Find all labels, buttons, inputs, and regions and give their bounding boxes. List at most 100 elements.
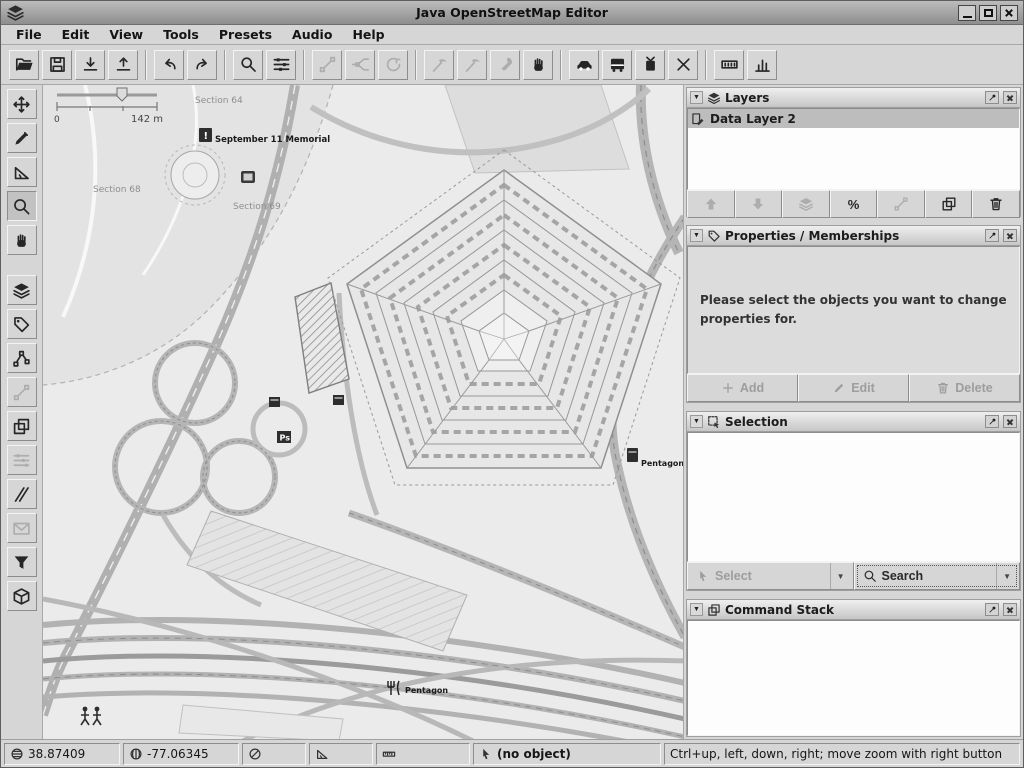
- properties-message: Please select the objects you want to ch…: [687, 246, 1020, 374]
- pin-icon: [988, 231, 997, 240]
- toggle-authors-button[interactable]: [7, 445, 37, 475]
- selection-sticky-button[interactable]: [985, 415, 999, 428]
- menu-help[interactable]: Help: [343, 26, 393, 43]
- search-button[interactable]: Search ▼: [854, 562, 1021, 590]
- delete-mode-button[interactable]: [7, 225, 37, 255]
- reverse-way-button[interactable]: [457, 50, 487, 80]
- preset-car-button[interactable]: [569, 50, 599, 80]
- toggle-conflicts-button[interactable]: [7, 479, 37, 509]
- add-button[interactable]: Add: [687, 374, 798, 402]
- measure-mode-button[interactable]: [7, 157, 37, 187]
- layer-name: Data Layer 2: [710, 112, 796, 126]
- toggle-properties-button[interactable]: [7, 309, 37, 339]
- app-icon: [6, 3, 25, 22]
- preset-industrial-button[interactable]: [747, 50, 777, 80]
- wrench-icon: [496, 55, 515, 74]
- orthogonalize-button[interactable]: [490, 50, 520, 80]
- selection-collapse-button[interactable]: ▼: [690, 415, 703, 428]
- preset-tram-button[interactable]: [635, 50, 665, 80]
- menu-audio[interactable]: Audio: [283, 26, 341, 43]
- command-stack-list[interactable]: [687, 620, 1020, 736]
- selection-close-button[interactable]: [1003, 415, 1017, 428]
- layer-move-down-button[interactable]: [735, 190, 783, 218]
- map-canvas[interactable]: ! September 11 Memorial Ps Pentagon Pent…: [43, 85, 683, 739]
- latitude-field[interactable]: 38.87409: [4, 743, 120, 765]
- simplify-way-button[interactable]: [424, 50, 454, 80]
- edit-button[interactable]: Edit: [798, 374, 909, 402]
- preset-motorway-button[interactable]: [714, 50, 744, 80]
- draw-mode-button[interactable]: [7, 123, 37, 153]
- pan-button[interactable]: [523, 50, 553, 80]
- layer-opacity-button[interactable]: %: [830, 190, 878, 218]
- select-mode-button[interactable]: [7, 89, 37, 119]
- toggle-changesets-button[interactable]: [7, 581, 37, 611]
- menu-view[interactable]: View: [100, 26, 152, 43]
- toolbar-separator: [224, 50, 226, 80]
- layers-sticky-button[interactable]: [985, 91, 999, 104]
- layer-move-up-button[interactable]: [687, 190, 735, 218]
- main-area: ! September 11 Memorial Ps Pentagon Pent…: [1, 85, 1023, 739]
- menu-tools[interactable]: Tools: [154, 26, 208, 43]
- menu-file[interactable]: File: [7, 26, 51, 43]
- toggle-relations-button[interactable]: [7, 377, 37, 407]
- layer-visibility-button[interactable]: [782, 190, 830, 218]
- main-toolbar: [1, 45, 1023, 85]
- menu-edit[interactable]: Edit: [53, 26, 99, 43]
- object-value: (no object): [497, 747, 571, 761]
- preset-bus-button[interactable]: [602, 50, 632, 80]
- toggle-command-stack-button[interactable]: [7, 411, 37, 441]
- toggle-validator-button[interactable]: [7, 513, 37, 543]
- bus-stop-icon: [627, 448, 638, 462]
- toggle-filter-button[interactable]: [7, 547, 37, 577]
- redo-button[interactable]: [187, 50, 217, 80]
- layer-delete-button[interactable]: [972, 190, 1020, 218]
- closex-icon: [674, 55, 693, 74]
- delete-button[interactable]: Delete: [909, 374, 1020, 402]
- layers-close-button[interactable]: [1003, 91, 1017, 104]
- command-stack-close-button[interactable]: [1003, 603, 1017, 616]
- properties-sticky-button[interactable]: [985, 229, 999, 242]
- layers-list[interactable]: Data Layer 2: [687, 108, 1020, 190]
- envelope-icon: [12, 519, 31, 538]
- save-button[interactable]: [42, 50, 72, 80]
- north-parking: [445, 85, 629, 173]
- banner-icon: [720, 55, 739, 74]
- unglue-way-button[interactable]: [312, 50, 342, 80]
- split-way-button[interactable]: [345, 50, 375, 80]
- select-button[interactable]: Select ▼: [687, 562, 854, 590]
- longitude-field[interactable]: -77.06345: [123, 743, 239, 765]
- command-stack-icon: [707, 603, 721, 617]
- layer-merge-button[interactable]: [877, 190, 925, 218]
- zoom-to-data-button[interactable]: [233, 50, 263, 80]
- upload-icon: [114, 55, 133, 74]
- layer-row[interactable]: Data Layer 2: [688, 109, 1019, 128]
- close-button[interactable]: [1000, 5, 1018, 21]
- toggle-layers-button[interactable]: [7, 275, 37, 305]
- maximize-button[interactable]: [979, 5, 997, 21]
- stop-label: Pentagon: [641, 459, 683, 468]
- open-button[interactable]: [9, 50, 39, 80]
- zoom-mode-button[interactable]: [7, 191, 37, 221]
- minimize-button[interactable]: [958, 5, 976, 21]
- download-button[interactable]: [75, 50, 105, 80]
- properties-panel-header: ▼ Properties / Memberships: [687, 226, 1020, 246]
- command-stack-panel: ▼ Command Stack: [686, 599, 1021, 737]
- tag-icon: [12, 315, 31, 334]
- layers-collapse-button[interactable]: ▼: [690, 91, 703, 104]
- tag-icon: [707, 229, 721, 243]
- menu-presets[interactable]: Presets: [210, 26, 281, 43]
- update-data-button[interactable]: [378, 50, 408, 80]
- layer-duplicate-button[interactable]: [925, 190, 973, 218]
- toggle-selection-button[interactable]: [7, 343, 37, 373]
- statusbar-help: Ctrl+up, left, down, right; move zoom wi…: [664, 743, 1020, 765]
- command-stack-collapse-button[interactable]: ▼: [690, 603, 703, 616]
- layers-panel-header: ▼ Layers: [687, 88, 1020, 108]
- preset-delete-button[interactable]: [668, 50, 698, 80]
- properties-close-button[interactable]: [1003, 229, 1017, 242]
- undo-button[interactable]: [154, 50, 184, 80]
- properties-collapse-button[interactable]: ▼: [690, 229, 703, 242]
- upload-button[interactable]: [108, 50, 138, 80]
- preferences-button[interactable]: [266, 50, 296, 80]
- selection-list[interactable]: [687, 432, 1020, 562]
- command-stack-sticky-button[interactable]: [985, 603, 999, 616]
